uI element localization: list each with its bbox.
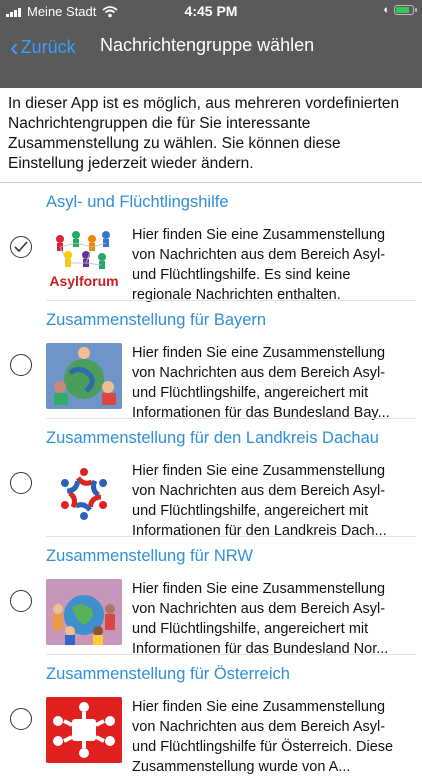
radio-unchecked[interactable] [10,590,32,612]
group-title: Zusammenstellung für den Landkreis Dacha… [46,429,379,447]
back-label: Zurück [20,36,76,57]
battery-icon [394,5,417,15]
group-item-bayern[interactable]: Zusammenstellung für Bayern Hier finden … [0,301,422,421]
orientation-lock-icon: ◐ [383,4,390,16]
nrw-thumbnail [46,579,122,645]
status-time: 4:45 PM [184,3,238,19]
group-title: Zusammenstellung für NRW [46,547,253,565]
group-item-oesterreich[interactable]: Zusammenstellung für Österreich Hier fin… [0,655,422,775]
page-title: Nachrichtengruppe wählen [100,35,315,55]
group-title: Zusammenstellung für Bayern [46,311,267,329]
group-description: Hier finden Sie eine Zusammenstellung vo… [132,463,387,539]
asylforum-logo: Asylforum [46,225,122,291]
community-people-icon [53,702,115,758]
bayern-thumbnail [46,343,122,409]
people-network-icon [56,231,110,269]
group-description: Hier finden Sie eine Zusammenstellung vo… [132,581,389,657]
radio-unchecked[interactable] [10,354,32,376]
status-right: ◐ [383,4,417,16]
thumb-label: Asylforum [49,273,119,289]
group-item-asyl[interactable]: Asyl- und Flüchtlingshilfe Asylforum Hie… [0,183,422,303]
group-item-dachau[interactable]: Zusammenstellung für den Landkreis Dacha… [0,419,422,539]
header: Meine Stadt 4:45 PM ◐ ‹ Zurück Nachricht… [0,0,422,88]
group-description: Hier finden Sie eine Zusammenstellung vo… [132,227,386,303]
group-description: Hier finden Sie eine Zusammenstellung vo… [132,699,394,775]
group-item-nrw[interactable]: Zusammenstellung für NRW Hier finden Sie… [0,537,422,657]
group-description: Hier finden Sie eine Zusammenstellung vo… [132,345,390,421]
radio-unchecked[interactable] [10,708,32,730]
oesterreich-thumbnail [46,697,122,763]
checkmark-icon [14,241,28,253]
globe-children-icon [54,347,116,405]
status-bar: Meine Stadt 4:45 PM ◐ [0,0,422,24]
intro-text: In dieser App ist es möglich, aus mehrer… [0,88,422,183]
chevron-left-icon: ‹ [10,32,19,62]
group-title: Zusammenstellung für Österreich [46,665,290,683]
globe-children-icon [53,595,115,645]
group-title: Asyl- und Flüchtlingshilfe [46,193,229,211]
radio-unchecked[interactable] [10,472,32,494]
radio-checked[interactable] [10,236,32,258]
group-list: Asyl- und Flüchtlingshilfe Asylforum Hie… [0,183,422,775]
back-button[interactable]: ‹ Zurück [10,34,76,60]
dachau-thumbnail [46,461,122,527]
community-circle-icon [60,468,108,520]
nav-bar: ‹ Zurück Nachrichtengruppe wählen [0,24,422,88]
